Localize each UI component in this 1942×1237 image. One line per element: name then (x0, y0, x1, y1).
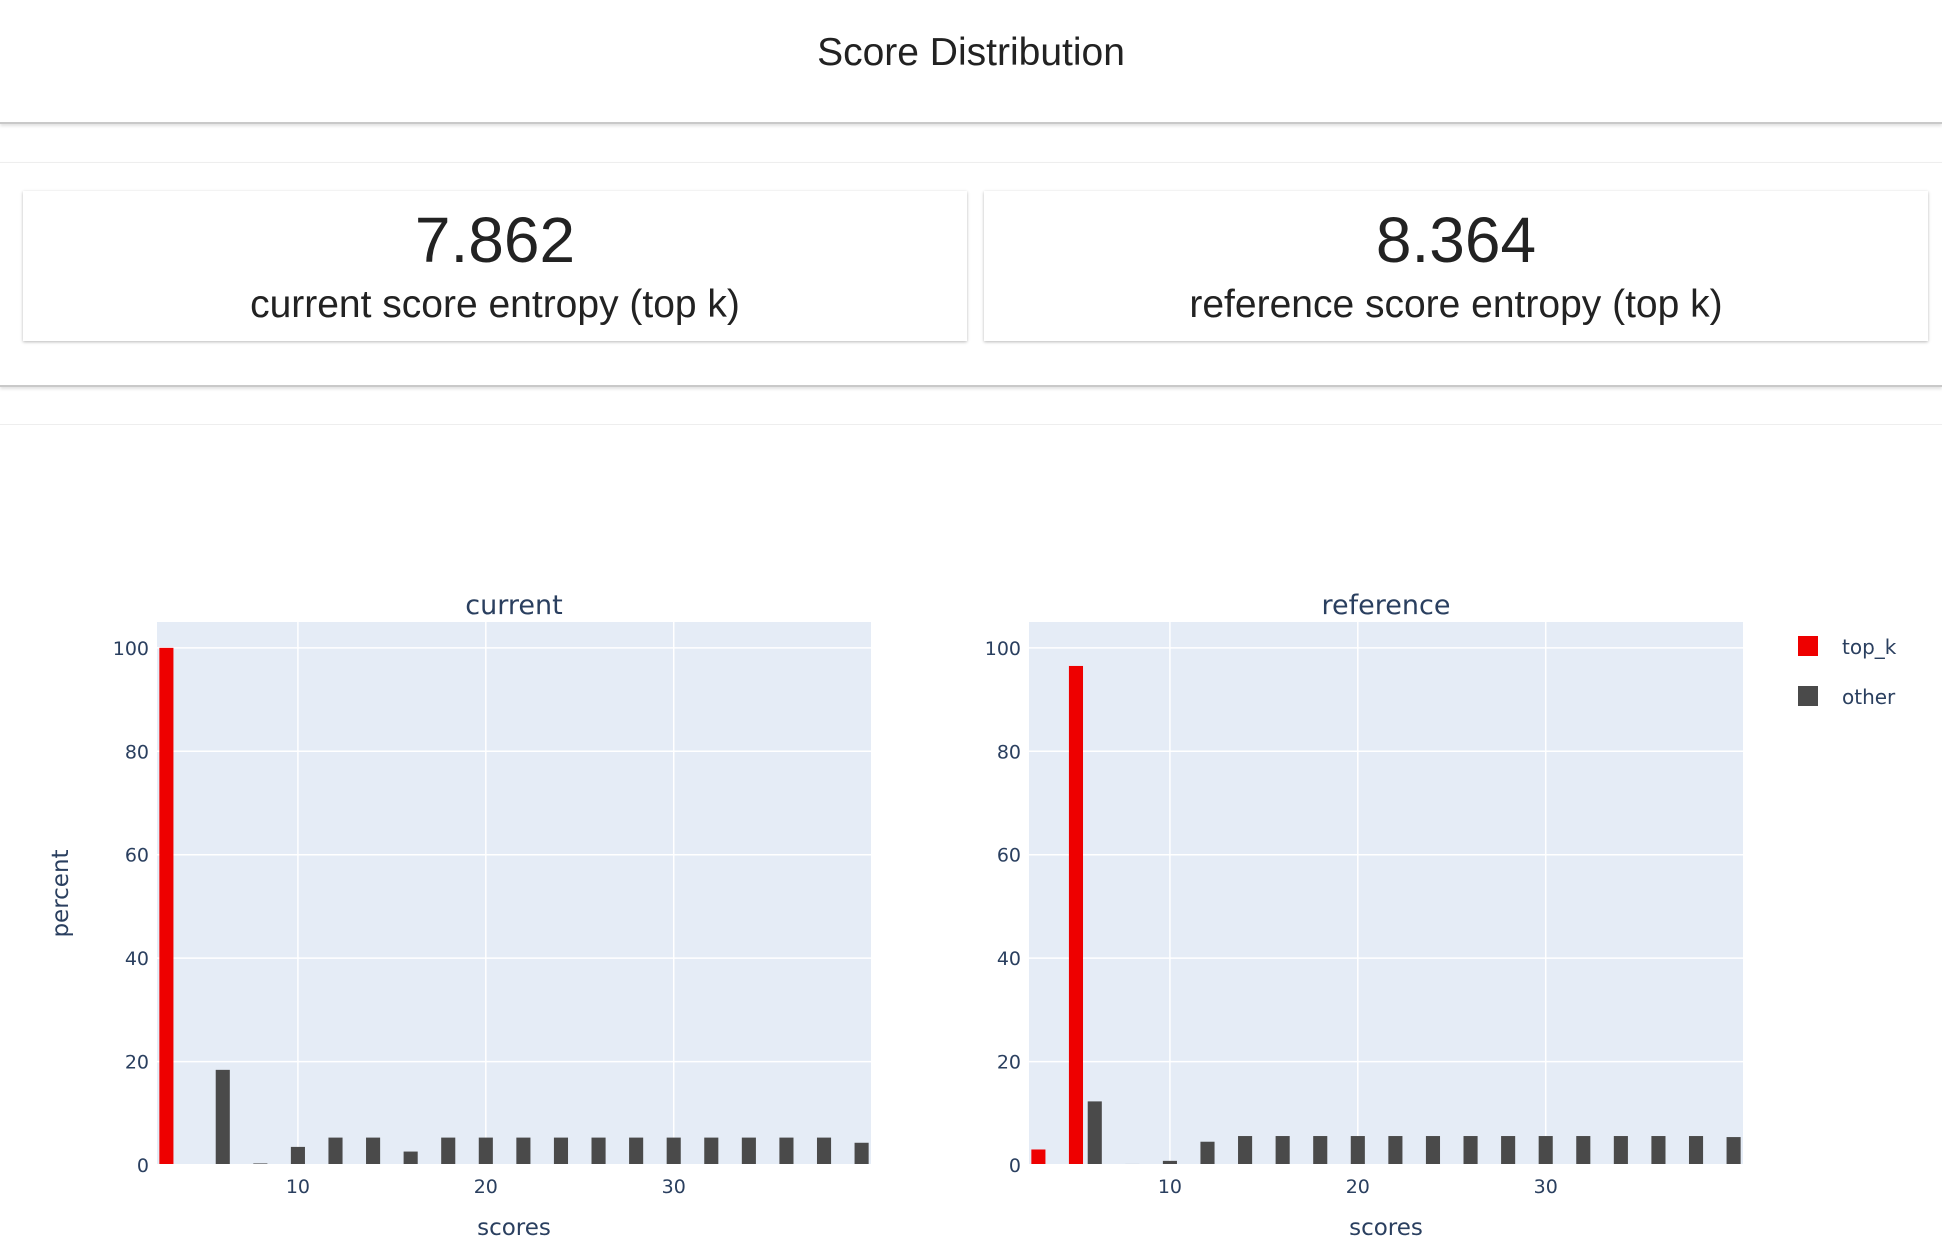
reference-bar-other (1313, 1136, 1328, 1165)
page-header: Score Distribution (0, 0, 1942, 124)
current-bar-other (478, 1137, 493, 1165)
current-bar-other (441, 1137, 456, 1165)
reference-bar-other (1463, 1136, 1478, 1165)
current-x-axis-label: scores (477, 1215, 551, 1237)
current-bar-other (854, 1142, 869, 1165)
page-title: Score Distribution (817, 31, 1125, 74)
current-bar-other (403, 1151, 418, 1165)
reference-y-tick-label: 60 (997, 845, 1021, 867)
reference-bar-other (1576, 1136, 1591, 1165)
reference-subplot-title: reference (1322, 590, 1451, 621)
current-bar-top-k (159, 647, 174, 1165)
current-bar-other (366, 1137, 381, 1165)
reference-y-tick-label: 0 (1009, 1155, 1021, 1177)
reference-bar-other (1613, 1136, 1628, 1165)
current-y-tick-label: 0 (137, 1155, 149, 1177)
reference-x-tick-label: 20 (1346, 1176, 1370, 1198)
score-distribution-chart: 0 20 40 60 80 100 10 20 30 current scores percent 0 2… (48, 590, 1897, 1237)
current-y-tick-label: 20 (125, 1052, 149, 1074)
current-bar-other (516, 1137, 531, 1165)
current-bar-other (704, 1137, 719, 1165)
reference-bar-other (1425, 1136, 1441, 1165)
current-bar-other (629, 1137, 644, 1165)
current-subplot-title: current (465, 590, 562, 621)
current-y-axis-label: percent (48, 849, 74, 937)
reference-bar-other (1538, 1136, 1553, 1165)
reference-entropy-card: 8.364 reference score entropy (top k) (984, 191, 1928, 341)
current-y-tick-label: 60 (125, 845, 149, 867)
current-bar-other (666, 1137, 681, 1165)
reference-bar-other (1200, 1141, 1215, 1165)
reference-bar-other (1087, 1101, 1102, 1165)
reference-x-tick-label: 10 (1158, 1176, 1182, 1198)
reference-bar-top-k (1031, 1149, 1046, 1165)
current-bar-other (591, 1137, 606, 1165)
reference-bar-other (1275, 1136, 1290, 1165)
legend-label-top-k: top_k (1842, 635, 1897, 659)
current-bar-other (215, 1069, 230, 1165)
current-y-tick-label: 80 (125, 741, 149, 763)
current-y-tick-label: 100 (113, 638, 149, 660)
current-bar-other (290, 1146, 305, 1165)
reference-entropy-value: 8.364 (1375, 204, 1537, 276)
reference-bar-other (1501, 1136, 1516, 1165)
current-y-tick-label: 40 (125, 948, 149, 970)
current-x-tick-label: 10 (286, 1176, 310, 1198)
metrics-section: 7.862 current score entropy (top k) 8.36… (0, 162, 1942, 387)
reference-y-tick-label: 80 (997, 741, 1021, 763)
score-distribution-plot-section: 0 20 40 60 80 100 10 20 30 current scores percent 0 2… (0, 424, 1942, 1237)
current-x-tick-label: 30 (662, 1176, 686, 1198)
legend-swatch-top-k (1798, 636, 1818, 656)
current-plot-area (157, 622, 871, 1165)
reference-x-tick-label: 30 (1534, 1176, 1558, 1198)
current-entropy-card: 7.862 current score entropy (top k) (23, 191, 967, 341)
legend-swatch-other (1798, 686, 1818, 706)
current-bar-other (816, 1137, 832, 1165)
reference-y-tick-label: 40 (997, 948, 1021, 970)
current-bar-other (741, 1137, 756, 1165)
reference-entropy-label: reference score entropy (top k) (1189, 283, 1723, 326)
current-x-tick-label: 20 (474, 1176, 498, 1198)
reference-bar-top-k (1068, 665, 1084, 1165)
reference-bar-other (1388, 1136, 1403, 1165)
reference-bar-other (1688, 1136, 1704, 1165)
current-bar-other (779, 1137, 794, 1165)
reference-bar-other (1651, 1136, 1666, 1165)
current-bar-other (553, 1137, 569, 1165)
reference-bar-other (1726, 1137, 1741, 1165)
reference-bar-other (1350, 1136, 1365, 1165)
reference-y-tick-label: 100 (985, 638, 1021, 660)
reference-x-axis-label: scores (1349, 1215, 1423, 1237)
current-entropy-value: 7.862 (414, 204, 576, 276)
reference-y-tick-label: 20 (997, 1052, 1021, 1074)
current-entropy-label: current score entropy (top k) (250, 283, 740, 326)
reference-plot-area (1029, 622, 1743, 1165)
reference-bar-other (1238, 1136, 1253, 1165)
current-bar-other (328, 1137, 343, 1165)
legend-label-other: other (1842, 685, 1896, 709)
